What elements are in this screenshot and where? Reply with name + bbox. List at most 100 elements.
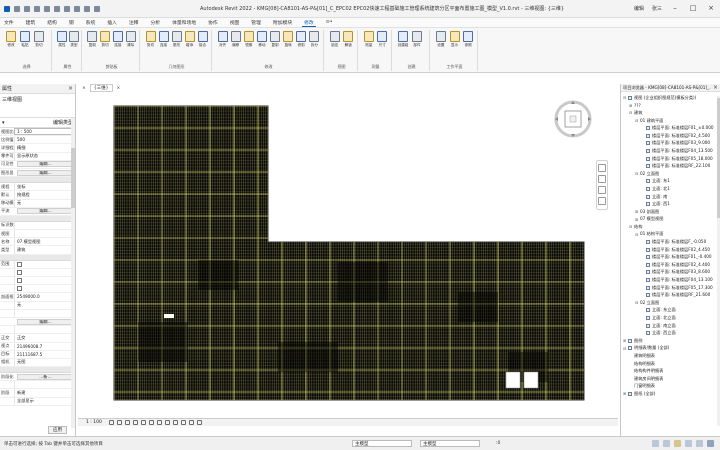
detail-level-icon[interactable] [108, 420, 114, 425]
drag-select-icon[interactable] [696, 440, 703, 447]
render-icon[interactable] [140, 420, 146, 425]
close-tab-icon[interactable]: × [117, 86, 121, 91]
tree-item[interactable]: ⊟ 视图 (企业组织图规范(模板分类)) [621, 94, 720, 102]
zoom-icon[interactable] [598, 175, 606, 183]
tree-item[interactable]: ⊞??? [621, 102, 720, 110]
ribbon-button[interactable]: 复制 [87, 31, 98, 48]
edit-button[interactable]: 编辑... [17, 208, 72, 215]
tree-item[interactable]: 楼层平面: 标准楼层F02_4.400 [621, 261, 720, 269]
ribbon-button[interactable]: 尺寸 [377, 31, 389, 48]
ribbon-tab[interactable]: 管理 [249, 19, 263, 26]
ribbon-button[interactable]: 移动 [256, 31, 267, 48]
tree-item[interactable]: ⊟ 01 建筑平面 [621, 117, 720, 125]
tree-item[interactable]: ⊞ 图例 [621, 337, 720, 345]
tree-item[interactable]: 楼层平面: 标准楼层F01_±0.000 [621, 124, 720, 132]
tree-item[interactable]: 楼层平面: 标准楼层RF_21.600 [621, 291, 720, 299]
face-select-icon[interactable] [685, 440, 692, 447]
tree-item[interactable]: 立面: 南 [621, 193, 720, 201]
tree-item[interactable]: 立面: 东1 [621, 178, 720, 186]
maximize-button[interactable]: □ [688, 4, 698, 12]
ribbon-button[interactable]: 修剪 [296, 31, 307, 48]
undo-icon[interactable] [34, 5, 40, 12]
tree-item[interactable]: ⊟ 02 立面图 [621, 170, 720, 178]
tree-item[interactable]: 楼层平面: 标准楼层RF_22.100 [621, 162, 720, 170]
checkbox[interactable] [17, 261, 22, 267]
ribbon-button[interactable]: 参照 [462, 31, 474, 48]
ribbon-button[interactable]: 类型 [69, 31, 79, 48]
user-label[interactable]: 编辑 [634, 5, 644, 12]
property-checkbox[interactable] [14, 277, 75, 285]
minimize-button[interactable]: – [670, 4, 680, 12]
close-icon[interactable]: × [68, 85, 73, 92]
ribbon-button[interactable]: 旋转 [283, 31, 294, 48]
lock-3d-view-icon[interactable] [164, 420, 170, 425]
floor-plan-drawing[interactable] [78, 92, 616, 418]
apply-button[interactable]: 应用 [48, 426, 67, 434]
ribbon-button[interactable]: 增添 [184, 31, 195, 48]
pinned-select-icon[interactable] [674, 440, 681, 447]
type-selector[interactable]: 三维视图 [0, 94, 75, 118]
tree-item[interactable]: 楼层平面: 标准楼层F02_4.500 [621, 132, 720, 140]
ribbon-button[interactable]: 连接 [158, 31, 169, 48]
show-crop-region-icon[interactable] [156, 420, 162, 425]
tree-item[interactable]: 立面: 西1 [621, 200, 720, 208]
ribbon-button[interactable]: 剪切 [100, 31, 111, 48]
ribbon-tab[interactable]: 系统 [84, 19, 98, 26]
close-view-icon[interactable]: × [82, 86, 86, 91]
section-icon[interactable] [94, 5, 100, 12]
ribbon-button[interactable]: 拆分 [309, 31, 320, 48]
tree-item[interactable]: 楼层平面: 标准楼层F01_-0.400 [621, 253, 720, 261]
app-menu-icon[interactable] [4, 5, 10, 12]
tree-item[interactable]: ⊞ 图纸 (全部) [621, 390, 720, 398]
ribbon-tab[interactable]: 体量和场地 [170, 19, 198, 26]
tree-item[interactable]: ⊟ 01 结构平面 [621, 231, 720, 239]
tree-item[interactable]: 楼层平面: 标准楼层F04_13.100 [621, 276, 720, 284]
tree-item[interactable]: 楼层平面: 标准楼层F05_17.300 [621, 284, 720, 292]
view-filter[interactable]: ▾ [2, 120, 5, 126]
ribbon-button[interactable]: 测量 [363, 31, 375, 48]
save-icon[interactable] [24, 5, 30, 12]
ribbon-button[interactable]: 粘贴 [19, 31, 31, 48]
crop-view-icon[interactable] [148, 420, 154, 425]
text-icon[interactable] [74, 5, 80, 12]
checkbox[interactable] [17, 269, 22, 275]
sun-path-icon[interactable] [124, 420, 130, 425]
design-option-selector[interactable]: 主模型 [420, 440, 480, 447]
ribbon-tab[interactable]: 协作 [206, 19, 220, 26]
3d-view-icon[interactable] [84, 5, 90, 12]
ribbon-tab[interactable]: 结构 [45, 19, 59, 26]
tree-item[interactable]: 楼层平面: 标准楼层F03_9.000 [621, 140, 720, 148]
ribbon-tab[interactable]: 分析 [148, 19, 162, 26]
tree-item[interactable]: 楼层平面: 标准楼层F03_8.600 [621, 269, 720, 277]
edit-button[interactable]: 编辑... [17, 169, 72, 176]
tree-item[interactable]: 楼层平面: 标准楼层F_-0.050 [621, 238, 720, 246]
link-select-icon[interactable] [652, 440, 659, 447]
tree-item[interactable]: ⊟ 02 立面图 [621, 299, 720, 307]
underlay-select-icon[interactable] [663, 440, 670, 447]
edit-button[interactable]: …新… [17, 373, 72, 380]
tree-item[interactable]: 楼层平面: 标准楼层F05_18.000 [621, 155, 720, 163]
checkbox[interactable] [17, 278, 22, 284]
analytical-model-icon[interactable] [188, 420, 194, 425]
tree-item[interactable]: 立面: 西立面 [621, 329, 720, 337]
property-checkbox[interactable] [14, 285, 75, 293]
ribbon-button[interactable]: 锁定 [329, 31, 341, 48]
property-checkbox[interactable] [14, 260, 75, 268]
tree-item[interactable]: 建筑房间明细表 [621, 375, 720, 383]
property-checkbox[interactable] [14, 268, 75, 276]
ribbon-button[interactable]: 修改 [5, 31, 17, 48]
pan-icon[interactable] [598, 186, 606, 194]
close-icon[interactable]: × [713, 84, 718, 91]
property-value[interactable]: 1 : 500 [14, 128, 75, 136]
ribbon-tab[interactable]: 建筑 [24, 19, 38, 26]
open-icon[interactable] [14, 5, 20, 12]
tree-item[interactable]: 门窗明细表 [621, 383, 720, 391]
viewcube-icon[interactable] [553, 99, 593, 139]
tree-item[interactable]: 建筑明细表 [621, 352, 720, 360]
tree-item[interactable]: ⊞ 07 模型视图 [621, 216, 720, 224]
ribbon-button[interactable]: 复制 [270, 31, 281, 48]
tree-item[interactable]: ⊞ 03 剖面图 [621, 208, 720, 216]
ribbon-button[interactable]: 剪切 [145, 31, 156, 48]
filter-icon[interactable] [707, 440, 714, 447]
ribbon-button[interactable]: 设置 [435, 31, 447, 48]
